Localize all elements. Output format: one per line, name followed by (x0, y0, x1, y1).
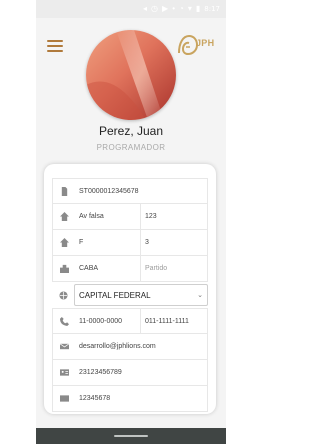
partido-field[interactable]: Partido (141, 256, 207, 281)
signal-icon: ◔ (179, 4, 184, 13)
primary-phone-field[interactable]: 11-0000-0000 (75, 309, 141, 333)
dot-icon: • (172, 4, 175, 13)
home-gesture-handle[interactable] (114, 435, 148, 437)
id-card-icon (53, 360, 75, 385)
dni-row: 23123456789 (52, 360, 208, 386)
account-number-field[interactable]: ST0000012345678 (75, 179, 207, 203)
secondary-phone-field[interactable]: 011-1111-1111 (141, 309, 207, 333)
province-row: CAPITAL FEDERAL ⌄ (52, 282, 208, 308)
profile-role: PROGRAMADOR (96, 143, 166, 152)
city-icon (53, 256, 75, 281)
left-margin (0, 0, 36, 444)
profile-form: ST0000012345678 Av falsa 123 F 3 CABA Pa… (52, 178, 208, 412)
email-field[interactable]: desarrollo@jphlions.com (75, 334, 207, 359)
status-time: 8:17 (204, 5, 220, 13)
unit-field[interactable]: 3 (141, 230, 207, 255)
profile-name: Perez, Juan (98, 124, 164, 138)
id-card-icon (53, 386, 75, 411)
home-icon (53, 230, 75, 255)
navigation-bar (36, 428, 226, 444)
floor-row: F 3 (52, 230, 208, 256)
street-row: Av falsa 123 (52, 204, 208, 230)
street-field[interactable]: Av falsa (75, 204, 141, 229)
phone-icon (53, 309, 75, 333)
avatar[interactable] (86, 30, 176, 120)
youtube-icon: ▶ (162, 4, 169, 13)
home-icon (53, 204, 75, 229)
document-icon (53, 179, 75, 203)
logo-text: JPH (196, 38, 215, 48)
extra-row: 12345678 (52, 386, 208, 412)
profile-card: ST0000012345678 Av falsa 123 F 3 CABA Pa… (44, 164, 216, 414)
city-row: CABA Partido (52, 256, 208, 282)
province-select[interactable]: CAPITAL FEDERAL ⌄ (74, 284, 208, 306)
wifi-icon: ▾ (187, 4, 192, 13)
street-number-field[interactable]: 123 (141, 204, 207, 229)
globe-icon (52, 284, 74, 306)
city-field[interactable]: CABA (75, 256, 141, 281)
battery-icon: ▮ (195, 4, 201, 13)
dni-field[interactable]: 23123456789 (75, 360, 207, 385)
phone-screen: ◂ ◷ ▶ • ◔ ▾ ▮ 8:17 JPH Perez, Juan PROGR… (36, 0, 226, 444)
right-margin (226, 0, 300, 444)
hamburger-icon[interactable] (47, 40, 63, 52)
phone-row: 11-0000-0000 011-1111-1111 (52, 308, 208, 334)
status-bar: ◂ ◷ ▶ • ◔ ▾ ▮ 8:17 (36, 0, 226, 18)
email-icon (53, 334, 75, 359)
notification-icon: ◂ (143, 4, 148, 13)
chevron-down-icon: ⌄ (197, 292, 203, 299)
floor-field[interactable]: F (75, 230, 141, 255)
alarm-icon: ◷ (151, 4, 159, 13)
account-row: ST0000012345678 (52, 178, 208, 204)
extra-field[interactable]: 12345678 (75, 386, 207, 411)
province-selected-value: CAPITAL FEDERAL (79, 290, 151, 300)
email-row: desarrollo@jphlions.com (52, 334, 208, 360)
